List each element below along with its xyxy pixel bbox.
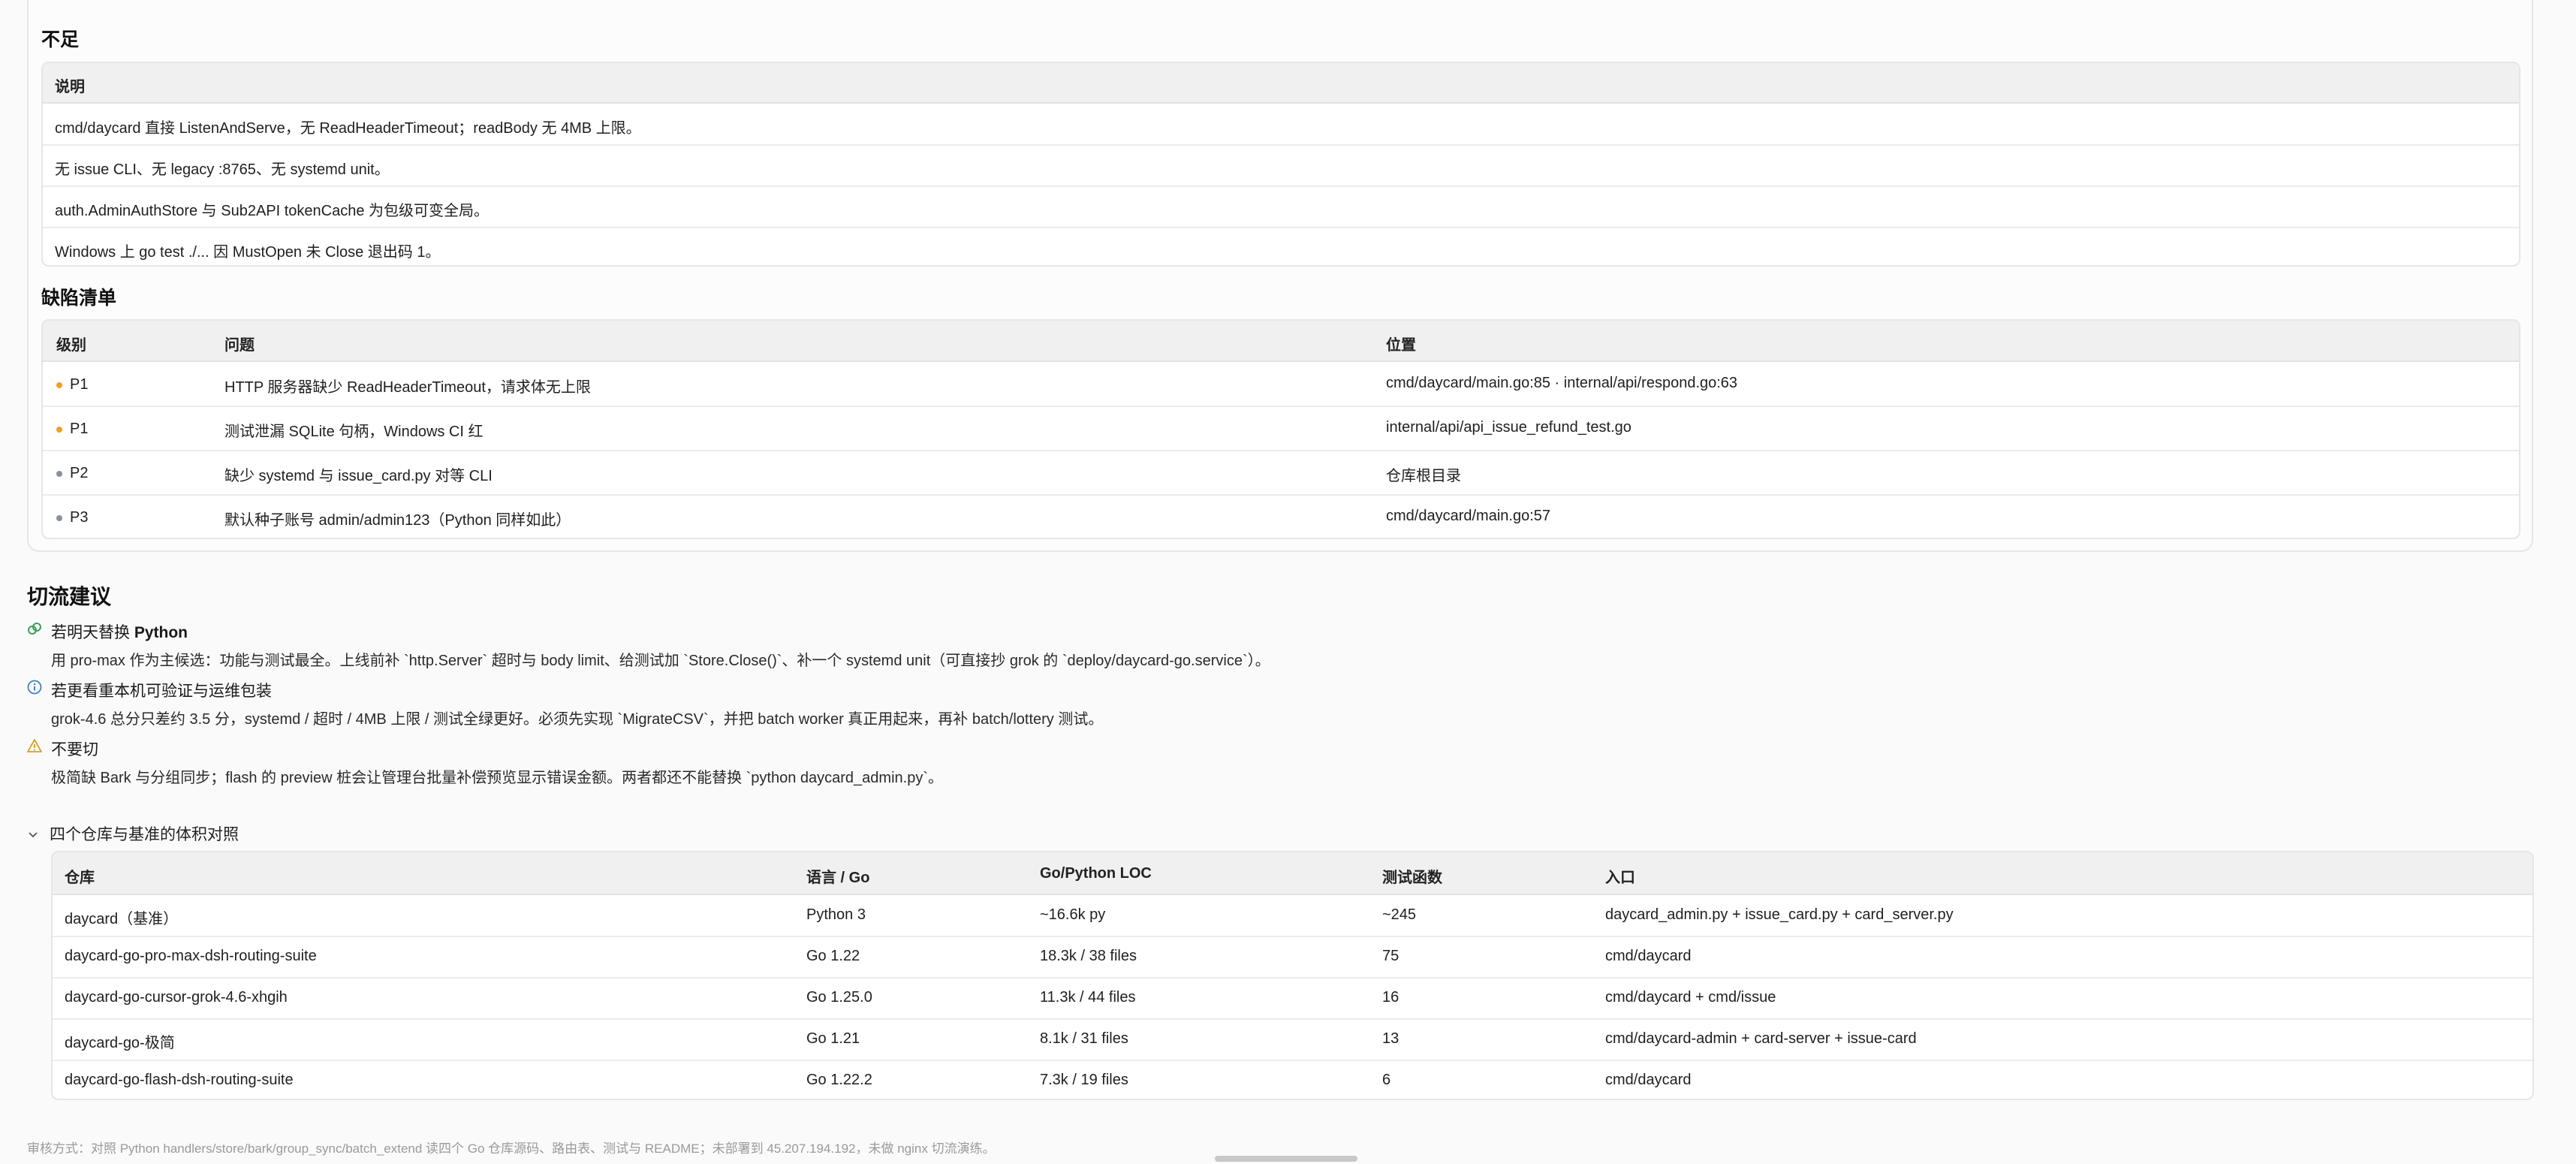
horizontal-scrollbar[interactable] (1215, 1156, 1357, 1162)
issue-text: HTTP 服务器缺少 ReadHeaderTimeout，请求体无上限 (224, 379, 591, 396)
language-cell: Python 3 (806, 906, 866, 923)
comparison-table: 仓库 语言 / Go Go/Python LOC 测试函数 入口 daycard… (51, 851, 2534, 1100)
loc-cell: ~16.6k py (1040, 906, 1106, 923)
table-row: P3 默认种子账号 admin/admin123（Python 同样如此） cm… (43, 495, 2519, 538)
location-text: cmd/daycard/main.go:85 · internal/api/re… (1386, 375, 1738, 391)
table-row: daycard-go-cursor-grok-4.6-xhgih Go 1.25… (53, 978, 2532, 1020)
repo-cell: daycard-go-极简 (65, 1035, 175, 1051)
recommendation-title: 若更看重本机可验证与运维包装 (51, 679, 272, 701)
comparison-toggle-label: 四个仓库与基准的体积对照 (50, 826, 239, 843)
repo-cell: daycard（基准） (65, 911, 179, 927)
severity-dot-icon (56, 471, 62, 477)
column-header-location: 位置 (1386, 337, 1416, 354)
tests-cell: 75 (1382, 948, 1399, 964)
table-cell: auth.AdminAuthStore 与 Sub2API tokenCache… (55, 203, 490, 219)
location-text: 仓库根目录 (1386, 468, 1461, 484)
location-text: cmd/daycard/main.go:57 (1386, 508, 1551, 524)
severity-label: P1 (70, 421, 89, 437)
table-row: P1 HTTP 服务器缺少 ReadHeaderTimeout，请求体无上限 c… (43, 362, 2519, 407)
table-row: daycard（基准） Python 3 ~16.6k py ~245 dayc… (53, 895, 2532, 937)
entry-cell: cmd/daycard-admin + card-server + issue-… (1605, 1030, 1917, 1047)
severity-label: P1 (70, 376, 89, 393)
severity-label: P2 (70, 465, 89, 481)
defects-title: 缺陷清单 (41, 288, 117, 309)
table-cell: Windows 上 go test ./... 因 MustOpen 未 Clo… (55, 244, 441, 261)
table-row: daycard-go-flash-dsh-routing-suite Go 1.… (53, 1060, 2532, 1099)
column-header-loc: Go/Python LOC (1040, 865, 1152, 882)
chevron-down-icon (29, 832, 38, 838)
recommendation-title: 若明天替换 Python (51, 620, 188, 643)
issue-text: 默认种子账号 admin/admin123（Python 同样如此） (224, 512, 571, 529)
loc-cell: 11.3k / 44 files (1040, 989, 1136, 1006)
severity-dot-icon (56, 382, 62, 388)
defects-table: 级别 问题 位置 P1 HTTP 服务器缺少 ReadHeaderTimeout… (41, 319, 2520, 539)
table-header: 说明 (43, 63, 2519, 104)
column-header-entry: 入口 (1605, 870, 1635, 886)
repo-cell: daycard-go-cursor-grok-4.6-xhgih (65, 989, 288, 1006)
tests-cell: 13 (1382, 1030, 1399, 1047)
entry-cell: cmd/daycard (1605, 1072, 1692, 1088)
entry-cell: cmd/daycard + cmd/issue (1605, 989, 1776, 1006)
table-row: P2 缺少 systemd 与 issue_card.py 对等 CLI 仓库根… (43, 451, 2519, 496)
column-header-repo: 仓库 (65, 870, 95, 886)
loc-cell: 8.1k / 31 files (1040, 1030, 1128, 1047)
recommendation-title-prefix: 若明天替换 (51, 624, 134, 641)
recommendations-title: 切流建议 (27, 585, 112, 608)
table-cell: 无 issue CLI、无 legacy :8765、无 systemd uni… (55, 161, 390, 178)
repo-cell: daycard-go-pro-max-dsh-routing-suite (65, 948, 317, 964)
loc-cell: 7.3k / 19 files (1040, 1072, 1128, 1088)
recommendation-desc: grok-4.6 总分只差约 3.5 分，systemd / 超时 / 4MB … (51, 711, 1104, 728)
recommendation-desc: 极简缺 Bark 与分组同步；flash 的 preview 桩会让管理台批量补… (51, 770, 943, 786)
shortcomings-title: 不足 (41, 29, 80, 50)
language-cell: Go 1.22 (806, 948, 860, 964)
review-method-note: 审核方式：对照 Python handlers/store/bark/group… (27, 1141, 996, 1156)
column-header-language: 语言 / Go (806, 870, 870, 886)
issue-text: 测试泄漏 SQLite 句柄，Windows CI 红 (224, 424, 484, 440)
tests-cell: ~245 (1382, 906, 1417, 923)
repo-cell: daycard-go-flash-dsh-routing-suite (65, 1072, 294, 1088)
link-check-icon (28, 623, 41, 635)
severity-dot-icon (56, 427, 62, 433)
recommendation-title-prefix: 不要切 (51, 741, 98, 758)
recommendation-title-prefix: 若更看重本机可验证与运维包装 (51, 683, 272, 700)
table-row: P1 测试泄漏 SQLite 句柄，Windows CI 红 internal/… (43, 406, 2519, 451)
table-row: daycard-go-极简 Go 1.21 8.1k / 31 files 13… (53, 1019, 2532, 1061)
table-row: Windows 上 go test ./... 因 MustOpen 未 Clo… (43, 228, 2519, 265)
language-cell: Go 1.21 (806, 1030, 860, 1047)
issue-text: 缺少 systemd 与 issue_card.py 对等 CLI (224, 468, 493, 484)
recommendation-title-bold: Python (134, 624, 188, 641)
recommendation-desc: 用 pro-max 作为主候选：功能与测试最全。上线前补 `http.Serve… (51, 653, 1270, 669)
severity-dot-icon (56, 515, 62, 521)
table-row: auth.AdminAuthStore 与 Sub2API tokenCache… (43, 186, 2519, 228)
table-row: daycard-go-pro-max-dsh-routing-suite Go … (53, 936, 2532, 979)
comparison-toggle[interactable]: 四个仓库与基准的体积对照 (27, 822, 239, 845)
entry-cell: cmd/daycard (1605, 948, 1692, 964)
column-header-issue: 问题 (224, 337, 255, 354)
table-cell: cmd/daycard 直接 ListenAndServe，无 ReadHead… (55, 120, 641, 137)
language-cell: Go 1.25.0 (806, 989, 872, 1006)
info-icon (27, 680, 42, 695)
table-row: 无 issue CLI、无 legacy :8765、无 systemd uni… (43, 145, 2519, 187)
recommendation-title: 不要切 (51, 737, 98, 760)
shortcomings-table: 说明 cmd/daycard 直接 ListenAndServe，无 ReadH… (41, 62, 2520, 267)
column-header-level: 级别 (56, 337, 86, 354)
tests-cell: 16 (1382, 989, 1399, 1006)
entry-cell: daycard_admin.py + issue_card.py + card_… (1605, 906, 1954, 923)
column-header: 说明 (55, 79, 85, 95)
tests-cell: 6 (1382, 1072, 1391, 1088)
warning-icon (27, 739, 42, 752)
loc-cell: 18.3k / 38 files (1040, 948, 1137, 964)
location-text: internal/api/api_issue_refund_test.go (1386, 419, 1631, 436)
table-header: 仓库 语言 / Go Go/Python LOC 测试函数 入口 (53, 852, 2532, 895)
severity-label: P3 (70, 509, 89, 526)
column-header-tests: 测试函数 (1382, 870, 1442, 886)
table-row: cmd/daycard 直接 ListenAndServe，无 ReadHead… (43, 104, 2519, 146)
table-header: 级别 问题 位置 (43, 321, 2519, 362)
language-cell: Go 1.22.2 (806, 1072, 872, 1088)
